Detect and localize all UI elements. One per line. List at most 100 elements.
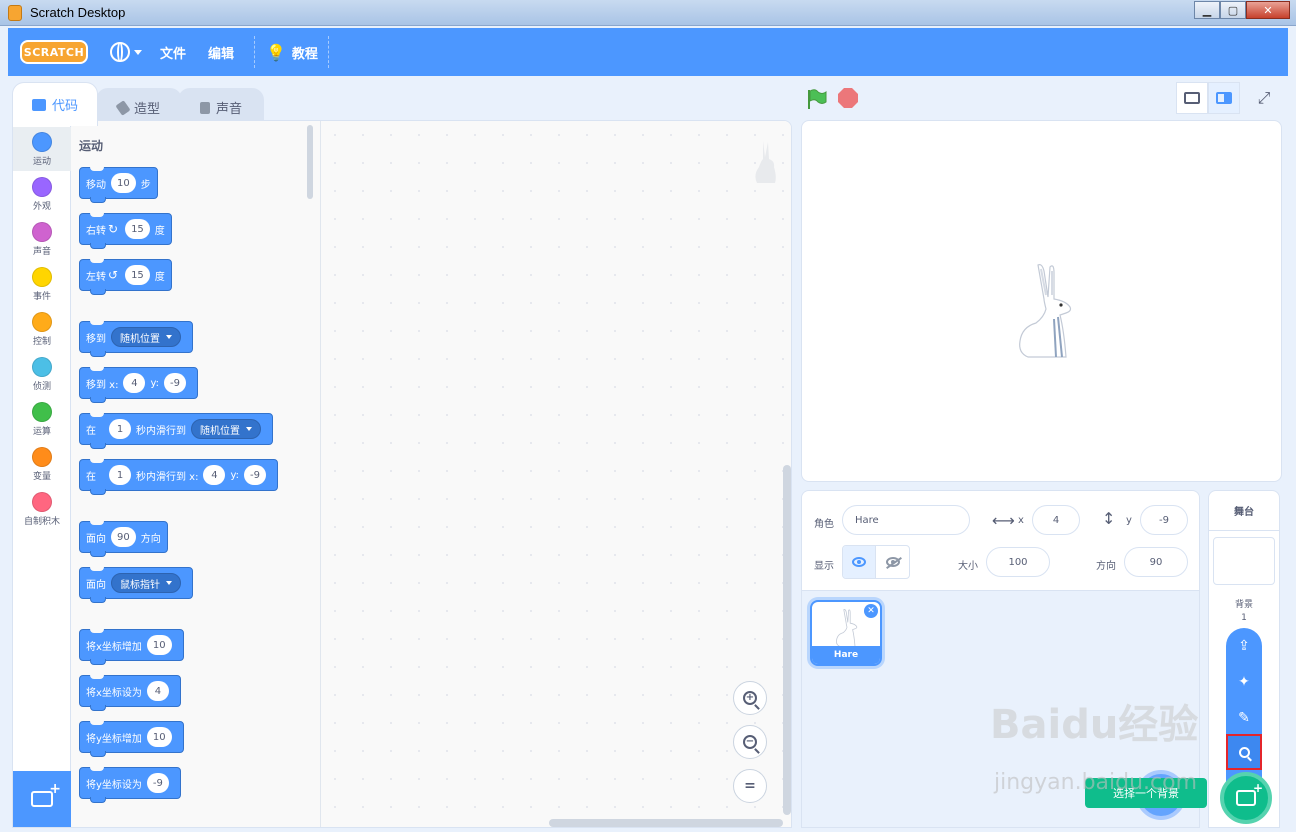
upload-backdrop-button[interactable]: ⇪ xyxy=(1228,630,1260,662)
block-text: 将x坐标设为 xyxy=(86,687,142,699)
fullscreen-button[interactable]: ⤢ xyxy=(1248,82,1280,114)
hare-thumbnail xyxy=(836,609,858,647)
current-sprite-watermark-icon xyxy=(755,141,776,183)
zoom-in-button[interactable]: + xyxy=(733,681,767,715)
block-input[interactable]: 4 xyxy=(123,373,146,393)
chevron-down-icon xyxy=(246,427,252,431)
block-text: 移到 xyxy=(86,333,106,345)
block-goto[interactable]: 移到 随机位置 xyxy=(79,321,193,357)
block-input[interactable]: 1 xyxy=(109,465,131,485)
block-change-y[interactable]: 将y坐标增加 10 xyxy=(79,721,184,757)
add-extension-button[interactable] xyxy=(13,771,71,827)
block-move-steps[interactable]: 移动 10 步 xyxy=(79,167,158,203)
block-glide-xy[interactable]: 在 1 秒内滑行到 x: 4 y: -9 xyxy=(79,459,279,495)
direction-input[interactable]: 90 xyxy=(1124,547,1188,577)
block-set-x[interactable]: 将x坐标设为 4 xyxy=(79,675,181,711)
large-stage-button[interactable] xyxy=(1208,82,1240,114)
sparkle-icon: ✦ xyxy=(1238,674,1250,690)
block-dropdown[interactable]: 随机位置 xyxy=(191,419,261,439)
show-sprite-button[interactable] xyxy=(843,546,877,578)
choose-backdrop-button[interactable] xyxy=(1220,772,1272,824)
workspace-vertical-scrollbar[interactable] xyxy=(783,465,791,815)
tutorials-menu[interactable]: 💡 教程 xyxy=(266,28,318,76)
block-input[interactable]: -9 xyxy=(164,373,187,393)
workspace-horizontal-scrollbar[interactable] xyxy=(549,819,783,827)
block-glide-to[interactable]: 在 1 秒内滑行到 随机位置 xyxy=(79,413,273,449)
category-color-dot xyxy=(32,447,52,467)
block-point-direction[interactable]: 面向 90 方向 xyxy=(79,521,168,557)
small-stage-button[interactable] xyxy=(1176,82,1208,114)
category-8[interactable]: 自制积木 xyxy=(13,487,71,531)
sprite-name-input[interactable]: Hare xyxy=(842,505,970,535)
block-input[interactable]: -9 xyxy=(244,465,267,485)
y-position-input[interactable]: -9 xyxy=(1140,505,1188,535)
block-input[interactable]: 15 xyxy=(125,219,150,239)
backdrop-thumbnail[interactable] xyxy=(1213,537,1275,585)
script-workspace[interactable]: + − = xyxy=(321,121,791,827)
menu-bar: SCRATCH 文件 编辑 💡 教程 xyxy=(8,28,1288,76)
rotate-clockwise-icon: ↻ xyxy=(108,222,119,236)
small-stage-icon xyxy=(1184,92,1200,104)
edit-menu[interactable]: 编辑 xyxy=(208,28,234,76)
close-button[interactable]: ✕ xyxy=(1246,1,1290,19)
block-goto-xy[interactable]: 移到 x: 4 y: -9 xyxy=(79,367,199,403)
language-menu[interactable] xyxy=(110,28,142,76)
scratch-logo[interactable]: SCRATCH xyxy=(20,40,88,64)
stage-canvas[interactable] xyxy=(801,120,1282,482)
tab-code[interactable]: 代码 xyxy=(12,82,98,126)
block-categories: 运动 外观 声音 事件控制侦测 运算 变量 自制积木 xyxy=(13,121,71,773)
category-label: 控制 xyxy=(32,337,51,347)
zoom-reset-button[interactable]: = xyxy=(733,769,767,803)
dropdown-value: 随机位置 xyxy=(120,333,160,345)
category-7[interactable]: 变量 xyxy=(13,442,71,486)
choose-backdrop-tooltip: 选择一个背景 xyxy=(1085,778,1207,808)
category-3[interactable]: 事件 xyxy=(13,262,71,306)
block-dropdown[interactable]: 鼠标指针 xyxy=(111,573,181,593)
tab-code-label: 代码 xyxy=(51,99,78,114)
block-turn-right[interactable]: 右转 ↻ 15 度 xyxy=(79,213,172,249)
x-position-input[interactable]: 4 xyxy=(1032,505,1080,535)
category-2[interactable]: 声音 xyxy=(13,217,71,261)
block-text: 步 xyxy=(140,179,151,191)
block-input[interactable]: 10 xyxy=(111,173,136,193)
hare-sprite[interactable] xyxy=(1014,261,1078,361)
zoom-out-button[interactable]: − xyxy=(733,725,767,759)
delete-sprite-icon[interactable]: ✕ xyxy=(864,604,878,618)
equals-icon: = xyxy=(744,778,756,794)
palette-section-title: 运动 xyxy=(79,139,104,153)
block-input[interactable]: 4 xyxy=(146,681,169,701)
block-input[interactable]: 10 xyxy=(146,727,172,747)
minimize-button[interactable]: ▁ xyxy=(1194,1,1220,19)
block-input[interactable]: -9 xyxy=(146,773,169,793)
paint-backdrop-button[interactable]: ✎ xyxy=(1228,702,1260,734)
block-turn-left[interactable]: 左转 ↺ 15 度 xyxy=(79,259,172,295)
green-flag-icon[interactable] xyxy=(805,88,827,110)
file-menu[interactable]: 文件 xyxy=(160,28,186,76)
category-4[interactable]: 控制 xyxy=(13,307,71,351)
block-point-towards[interactable]: 面向 鼠标指针 xyxy=(79,567,193,603)
block-set-y[interactable]: 将y坐标设为 -9 xyxy=(79,767,181,803)
block-dropdown[interactable]: 随机位置 xyxy=(111,327,181,347)
palette-scrollbar[interactable] xyxy=(307,125,313,199)
block-input[interactable]: 15 xyxy=(125,265,150,285)
block-input[interactable]: 90 xyxy=(111,527,136,547)
hide-sprite-button[interactable] xyxy=(876,546,909,578)
sprite-tile-hare[interactable]: ✕ Hare xyxy=(810,600,882,666)
size-input[interactable]: 100 xyxy=(986,547,1050,577)
category-0[interactable]: 运动 xyxy=(13,127,71,171)
search-backdrop-button[interactable] xyxy=(1226,734,1262,770)
block-change-x[interactable]: 将x坐标增加 10 xyxy=(79,629,184,665)
chevron-down-icon xyxy=(166,581,172,585)
visibility-toggle xyxy=(842,545,910,579)
block-input[interactable]: 4 xyxy=(203,465,226,485)
menu-separator xyxy=(328,36,329,68)
category-5[interactable]: 侦测 xyxy=(13,352,71,396)
block-input[interactable]: 10 xyxy=(146,635,172,655)
block-input[interactable]: 1 xyxy=(109,419,131,439)
maximize-button[interactable]: ▢ xyxy=(1220,1,1246,19)
code-icon xyxy=(31,98,46,111)
stop-icon[interactable] xyxy=(838,88,858,108)
surprise-backdrop-button[interactable]: ✦ xyxy=(1228,666,1260,698)
category-1[interactable]: 外观 xyxy=(13,172,71,216)
category-6[interactable]: 运算 xyxy=(13,397,71,441)
